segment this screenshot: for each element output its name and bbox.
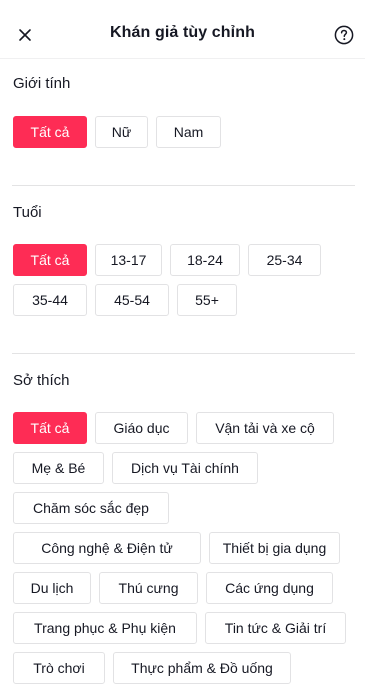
age-chip-45-54[interactable]: 45-54 [95, 284, 169, 316]
interest-chip-games[interactable]: Trò chơi [13, 652, 105, 684]
age-chip-13-17[interactable]: 13-17 [95, 244, 162, 276]
interest-chip-education[interactable]: Giáo dục [95, 412, 188, 444]
interest-chip-appliances[interactable]: Thiết bị gia dụng [209, 532, 340, 564]
interest-chip-all[interactable]: Tất cả [13, 412, 87, 444]
section-divider [12, 185, 355, 186]
interest-chip-food[interactable]: Thực phẩm & Đồ uống [113, 652, 291, 684]
age-chip-18-24[interactable]: 18-24 [170, 244, 240, 276]
age-chip-35-44[interactable]: 35-44 [13, 284, 87, 316]
interest-chip-news[interactable]: Tin tức & Giải trí [205, 612, 346, 644]
gender-chip-male[interactable]: Nam [156, 116, 221, 148]
section-title-age: Tuổi [13, 204, 42, 221]
interest-chip-beauty[interactable]: Chăm sóc sắc đẹp [13, 492, 169, 524]
section-title-gender: Giới tính [13, 75, 71, 92]
gender-chip-female[interactable]: Nữ [95, 116, 148, 148]
interest-chip-mother-baby[interactable]: Mẹ & Bé [13, 452, 104, 484]
interest-chip-finance[interactable]: Dịch vụ Tài chính [112, 452, 258, 484]
age-chip-25-34[interactable]: 25-34 [248, 244, 321, 276]
age-chip-55-plus[interactable]: 55+ [177, 284, 237, 316]
interest-chip-tech[interactable]: Công nghệ & Điện tử [13, 532, 201, 564]
interest-chip-vehicles[interactable]: Vận tải và xe cộ [196, 412, 334, 444]
age-chip-all[interactable]: Tất cả [13, 244, 87, 276]
section-title-interests: Sở thích [13, 372, 70, 389]
interest-chip-travel[interactable]: Du lịch [13, 572, 91, 604]
section-divider [12, 353, 355, 354]
page-title: Khán giả tùy chỉnh [110, 24, 255, 41]
interest-chip-apparel[interactable]: Trang phục & Phụ kiện [13, 612, 197, 644]
interest-chip-apps[interactable]: Các ứng dụng [206, 572, 333, 604]
gender-chip-all[interactable]: Tất cả [13, 116, 87, 148]
interest-chip-pets[interactable]: Thú cưng [99, 572, 198, 604]
header-divider [0, 58, 365, 59]
question-circle-icon[interactable] [334, 25, 354, 45]
header-bar: Khán giả tùy chỉnh [0, 0, 365, 70]
